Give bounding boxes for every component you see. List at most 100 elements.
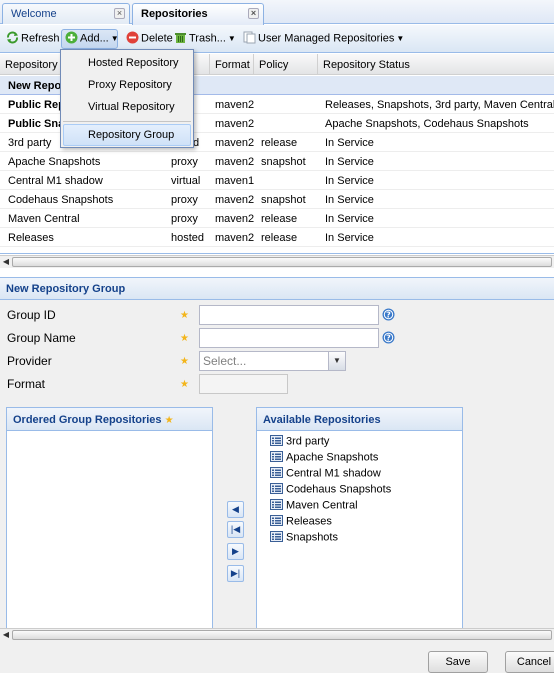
- list-item[interactable]: Apache Snapshots: [270, 451, 378, 467]
- column-header-format[interactable]: Format: [210, 54, 254, 75]
- trash-icon: [174, 31, 187, 44]
- cell-type: proxy: [171, 156, 198, 168]
- list-item[interactable]: Snapshots: [270, 531, 338, 547]
- table-row[interactable]: Central M1 shadow virtual maven1 In Serv…: [0, 171, 554, 190]
- menu-item-hosted-repository[interactable]: Hosted Repository: [63, 52, 191, 74]
- table-row[interactable]: Maven Central proxy maven2 release In Se…: [0, 209, 554, 228]
- scrollbar-thumb[interactable]: [12, 257, 552, 267]
- scroll-left-icon[interactable]: ◀: [1, 630, 11, 640]
- cell-type: d: [193, 137, 200, 149]
- list-item-label: Codehaus Snapshots: [286, 483, 392, 496]
- list-item[interactable]: Releases: [270, 515, 332, 531]
- list-item-label: 3rd party: [286, 435, 330, 448]
- list-item[interactable]: Central M1 shadow: [270, 467, 381, 483]
- cell-status: In Service: [325, 213, 374, 225]
- tab-strip: Welcome × Repositories ×: [0, 0, 554, 25]
- help-icon[interactable]: ?: [382, 331, 395, 344]
- cell-format: maven2: [215, 118, 254, 130]
- user-managed-repositories-button[interactable]: User Managed Repositories ▼: [240, 29, 407, 49]
- group-id-label: Group ID: [7, 308, 56, 322]
- group-name-label: Group Name: [7, 331, 76, 345]
- cell-status: In Service: [325, 232, 374, 244]
- cell-format: maven2: [215, 194, 254, 206]
- tab-repositories[interactable]: Repositories ×: [132, 3, 264, 25]
- chevron-down-icon: ▼: [396, 34, 405, 44]
- cell-policy: snapshot: [261, 194, 306, 206]
- menu-item-virtual-repository[interactable]: Virtual Repository: [63, 96, 191, 118]
- cancel-button[interactable]: Cancel: [505, 651, 554, 673]
- delete-icon: [126, 31, 139, 44]
- cell-repository: Apache Snapshots: [8, 156, 101, 168]
- cell-type: hosted: [171, 232, 205, 244]
- table-row[interactable]: Apache Snapshots proxy maven2 snapshot I…: [0, 152, 554, 171]
- scrollbar-thumb[interactable]: [12, 630, 552, 640]
- ordered-group-repositories-header: Ordered Group Repositories ★: [7, 408, 212, 431]
- help-icon[interactable]: ?: [382, 308, 395, 321]
- ordered-group-repositories-list[interactable]: Ordered Group Repositories ★: [6, 407, 213, 630]
- repository-icon: [270, 466, 283, 479]
- group-name-field[interactable]: [199, 328, 379, 348]
- cell-repository: Central M1 shadow: [8, 175, 103, 187]
- refresh-label: Refresh: [21, 32, 60, 45]
- available-repositories-list[interactable]: Available Repositories 3rd party Apache …: [256, 407, 463, 630]
- repository-icon: [270, 450, 283, 463]
- cell-status: Apache Snapshots, Codehaus Snapshots: [325, 118, 529, 130]
- repository-icon: [270, 514, 283, 527]
- move-left-button[interactable]: ◀: [227, 501, 244, 518]
- column-header-repository-status[interactable]: Repository Status: [318, 54, 554, 75]
- column-header-policy[interactable]: Policy: [254, 54, 318, 75]
- required-star-icon: ★: [180, 333, 189, 344]
- cell-repository: Codehaus Snapshots: [8, 194, 114, 206]
- list-item[interactable]: 3rd party: [270, 435, 329, 451]
- new-repository-group-panel: New Repository Group Group ID ★ ? Group …: [0, 277, 554, 673]
- cell-status: Releases, Snapshots, 3rd party, Maven Ce…: [325, 99, 554, 111]
- tab-welcome[interactable]: Welcome ×: [2, 3, 130, 24]
- list-item[interactable]: Maven Central: [270, 499, 358, 515]
- list-item[interactable]: Codehaus Snapshots: [270, 483, 391, 499]
- chevron-down-icon[interactable]: ▼: [328, 352, 345, 370]
- svg-text:?: ?: [386, 310, 391, 319]
- cell-policy: snapshot: [261, 156, 306, 168]
- cell-repository: Releases: [8, 232, 54, 244]
- close-icon[interactable]: ×: [114, 8, 125, 19]
- ordered-group-repositories-title: Ordered Group Repositories: [13, 414, 162, 426]
- move-all-left-button[interactable]: |◀: [227, 521, 244, 538]
- save-button[interactable]: Save: [428, 651, 488, 673]
- provider-select[interactable]: Select... ▼: [199, 351, 346, 371]
- table-row[interactable]: Codehaus Snapshots proxy maven2 snapshot…: [0, 190, 554, 209]
- trash-label: Trash...: [189, 32, 226, 45]
- cell-format: maven2: [215, 137, 254, 149]
- cell-status: In Service: [325, 137, 374, 149]
- format-label: Format: [7, 377, 46, 391]
- repository-icon: [270, 530, 283, 543]
- chevron-down-icon: ▼: [110, 34, 119, 44]
- move-right-button[interactable]: ▶: [227, 543, 244, 560]
- scroll-left-icon[interactable]: ◀: [1, 257, 11, 267]
- cell-type: virtual: [171, 175, 201, 187]
- user-managed-repositories-label: User Managed Repositories: [258, 32, 395, 45]
- required-star-icon: ★: [180, 356, 189, 367]
- move-all-right-button[interactable]: ▶|: [227, 565, 244, 582]
- list-item-label: Snapshots: [286, 531, 338, 544]
- available-repositories-header: Available Repositories: [257, 408, 462, 431]
- delete-button[interactable]: Delete: [123, 29, 176, 49]
- add-button[interactable]: Add... ▼: [61, 29, 119, 49]
- repository-icon: [270, 482, 283, 495]
- cell-format: maven2: [215, 213, 254, 225]
- grid-horizontal-scrollbar[interactable]: ◀: [0, 255, 554, 268]
- required-star-icon: ★: [164, 415, 174, 426]
- cell-policy: release: [261, 137, 298, 149]
- required-star-icon: ★: [180, 379, 189, 390]
- list-item-label: Releases: [286, 515, 332, 528]
- menu-separator: [63, 121, 191, 122]
- table-row[interactable]: Releases hosted maven2 release In Servic…: [0, 228, 554, 247]
- menu-item-proxy-repository[interactable]: Proxy Repository: [63, 74, 191, 96]
- trash-button[interactable]: Trash... ▼: [171, 29, 239, 49]
- menu-item-repository-group[interactable]: Repository Group: [63, 124, 191, 146]
- close-icon[interactable]: ×: [248, 8, 259, 19]
- refresh-button[interactable]: Refresh: [3, 29, 63, 49]
- group-id-field[interactable]: [199, 305, 379, 325]
- form-horizontal-scrollbar[interactable]: ◀: [0, 628, 554, 641]
- svg-text:?: ?: [386, 333, 391, 342]
- panel-title: New Repository Group: [0, 277, 554, 300]
